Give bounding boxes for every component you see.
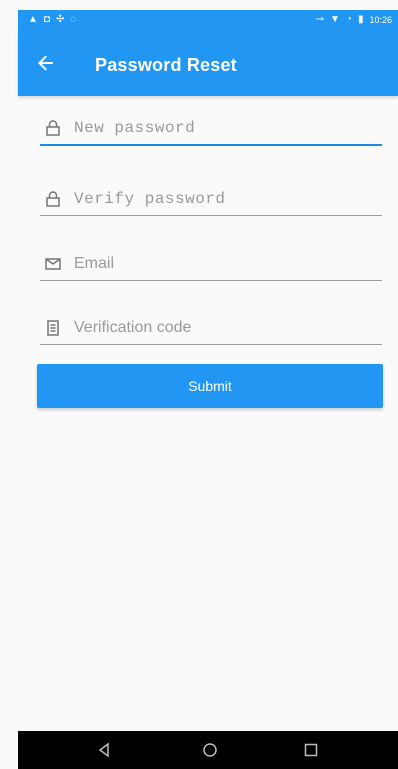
- lock-icon: [46, 191, 60, 207]
- verification-code-icon: [47, 320, 59, 336]
- new-password-input[interactable]: [72, 113, 376, 143]
- status-time: 10:26: [369, 15, 392, 25]
- status-bar: ▲ ◘ ✣ ◌ ⊸ ▼ ◔ ▮ 10:26: [18, 10, 398, 30]
- submit-button[interactable]: Submit: [37, 364, 383, 408]
- page-title: Password Reset: [95, 55, 237, 75]
- system-nav-bar: [18, 731, 398, 769]
- email-input[interactable]: [72, 249, 376, 279]
- email-field: [40, 246, 382, 281]
- tools-notification-icon: ✣: [55, 14, 65, 25]
- status-system: ⊸ ▼ ◔ ▮ 10:26: [316, 14, 392, 26]
- key-icon: ⊸: [315, 14, 324, 25]
- verification-code-input[interactable]: [72, 313, 376, 343]
- verification-code-field: [40, 310, 382, 345]
- circle-home-icon[interactable]: [201, 741, 219, 759]
- triangle-back-icon[interactable]: [95, 741, 113, 759]
- mail-icon: [45, 258, 61, 270]
- new-password-field: [40, 110, 382, 146]
- battery-icon: ▮: [357, 14, 364, 25]
- shield-notification-icon: ◘: [43, 14, 50, 25]
- sync-notification-icon: ◌: [70, 14, 77, 25]
- password-reset-screen: ▲ ◘ ✣ ◌ ⊸ ▼ ◔ ▮ 10:26 Password Reset Ema…: [0, 0, 398, 769]
- lock-icon: [46, 120, 60, 136]
- app-bar: Password Reset: [18, 30, 398, 96]
- warning-notification-icon: ▲: [28, 14, 38, 25]
- status-notifications: ▲ ◘ ✣ ◌: [28, 14, 76, 26]
- square-recents-icon[interactable]: [302, 741, 320, 759]
- verify-password-field: [40, 181, 382, 216]
- verify-password-input[interactable]: [72, 184, 376, 214]
- wifi-icon: ▼: [330, 14, 340, 25]
- arrow-back-icon[interactable]: [34, 51, 58, 75]
- signal-icon: ◔: [345, 14, 352, 25]
